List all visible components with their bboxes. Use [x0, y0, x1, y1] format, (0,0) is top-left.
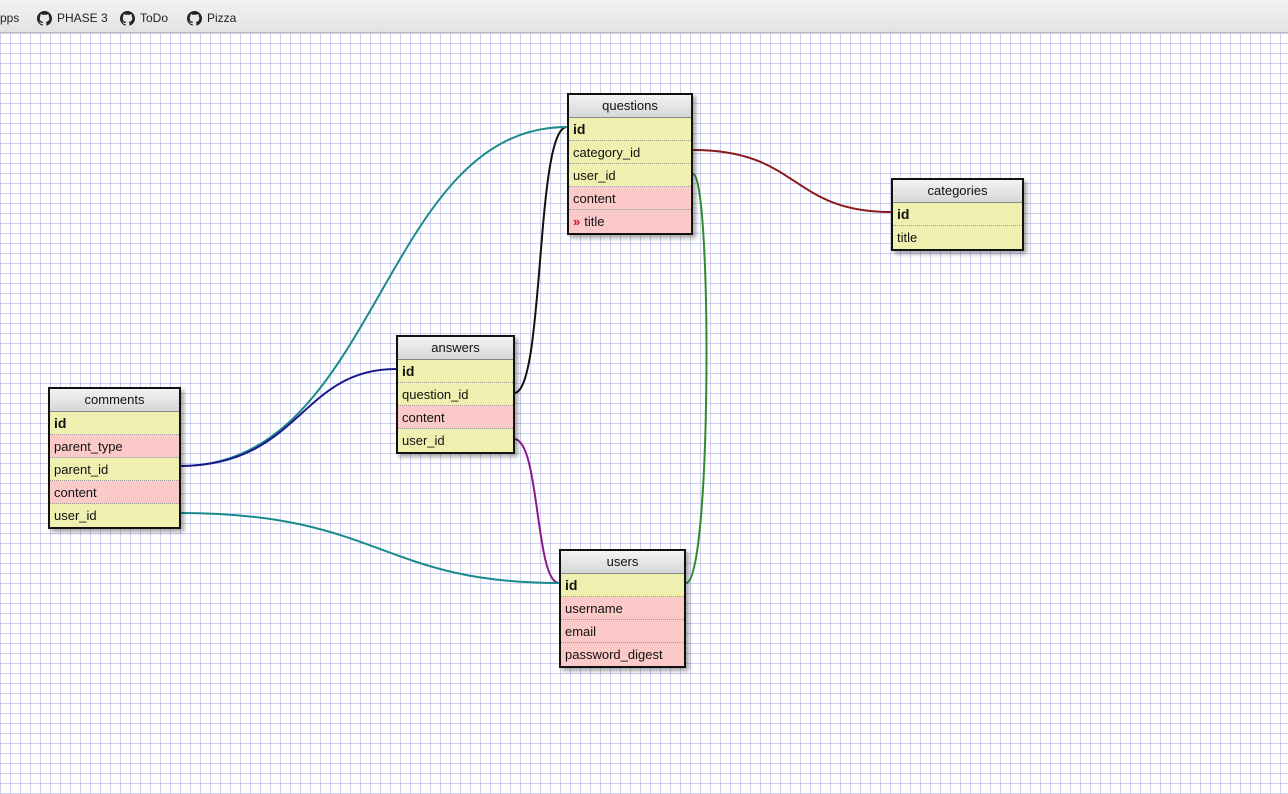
field-category-id[interactable]: category_id [569, 141, 691, 164]
field-question-id[interactable]: question_id [398, 383, 513, 406]
table-comments[interactable]: comments id parent_type parent_id conten… [48, 387, 181, 529]
field-title[interactable]: » title [569, 210, 691, 233]
table-questions[interactable]: questions id category_id user_id content… [567, 93, 693, 235]
bookmark-apps[interactable]: pps [0, 10, 19, 26]
github-icon [187, 10, 202, 26]
table-categories[interactable]: categories id title [891, 178, 1024, 251]
field-content[interactable]: content [398, 406, 513, 429]
field-id[interactable]: id [50, 412, 179, 435]
table-answers[interactable]: answers id question_id content user_id [396, 335, 515, 454]
field-id[interactable]: id [398, 360, 513, 383]
index-marker-icon: » [573, 214, 581, 229]
field-user-id[interactable]: user_id [50, 504, 179, 527]
github-icon [120, 10, 135, 26]
github-icon [37, 10, 52, 26]
bookmark-label: ToDo [140, 11, 169, 25]
table-title[interactable]: answers [398, 337, 513, 360]
field-id[interactable]: id [561, 574, 684, 597]
bookmark-label: pps [0, 11, 20, 25]
field-id[interactable]: id [893, 203, 1022, 226]
table-users[interactable]: users id username email password_digest [559, 549, 686, 668]
bookmark-label: PHASE 3 [57, 11, 108, 25]
table-title[interactable]: users [561, 551, 684, 574]
table-title[interactable]: comments [50, 389, 179, 412]
table-title[interactable]: categories [893, 180, 1022, 203]
field-email[interactable]: email [561, 620, 684, 643]
bookmark-phase-3[interactable]: PHASE 3 [37, 10, 108, 26]
field-parent-id[interactable]: parent_id [50, 458, 179, 481]
field-title-label: title [584, 214, 605, 229]
bookmark-todo[interactable]: ToDo [120, 10, 168, 26]
field-password-digest[interactable]: password_digest [561, 643, 684, 666]
field-content[interactable]: content [50, 481, 179, 504]
field-id[interactable]: id [569, 118, 691, 141]
table-title[interactable]: questions [569, 95, 691, 118]
field-content[interactable]: content [569, 187, 691, 210]
bookmarks-bar: pps PHASE 3 ToDo Pizza [0, 0, 1288, 33]
field-user-id[interactable]: user_id [569, 164, 691, 187]
field-user-id[interactable]: user_id [398, 429, 513, 452]
bookmark-pizza[interactable]: Pizza [187, 10, 236, 26]
field-username[interactable]: username [561, 597, 684, 620]
field-title[interactable]: title [893, 226, 1022, 249]
field-parent-type[interactable]: parent_type [50, 435, 179, 458]
bookmark-label: Pizza [207, 11, 237, 25]
